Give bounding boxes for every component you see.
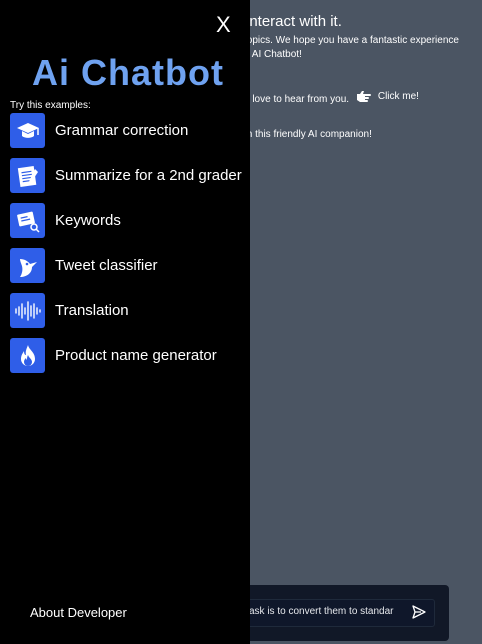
example-product-name-generator[interactable]: Product name generator — [10, 338, 250, 373]
examples-label: Try this examples: — [10, 100, 91, 111]
feedback-text-label: d love to hear from you. — [244, 94, 350, 105]
bird-icon — [10, 248, 45, 283]
example-grammar-correction[interactable]: Grammar correction — [10, 113, 250, 148]
notepad-icon — [10, 158, 45, 193]
example-label: Product name generator — [55, 347, 217, 364]
example-label: Keywords — [55, 212, 121, 229]
example-label: Tweet classifier — [55, 257, 158, 274]
message-input-value: ask is to convert them to standar — [249, 606, 394, 617]
about-developer-link[interactable]: About Developer — [30, 605, 127, 620]
app-title: Ai Chatbot — [32, 52, 224, 93]
example-label: Grammar correction — [55, 122, 189, 139]
close-drawer-button[interactable]: X — [216, 12, 231, 38]
example-keywords[interactable]: Keywords — [10, 203, 250, 238]
examples-list: Grammar correction Summarize for a 2nd g… — [10, 113, 250, 383]
example-tweet-classifier[interactable]: Tweet classifier — [10, 248, 250, 283]
id-card-key-icon — [10, 203, 45, 238]
send-icon[interactable] — [412, 605, 426, 619]
feedback-text: d love to hear from you. Click me! — [244, 90, 419, 106]
graduation-cap-icon — [10, 113, 45, 148]
click-me-label: Click me! — [377, 90, 419, 102]
pointing-hand-icon — [356, 91, 371, 102]
flame-icon — [10, 338, 45, 373]
click-me-link[interactable]: Click me! — [356, 90, 419, 102]
intro-text-line-1: topics. We hope you have a fantastic exp… — [244, 35, 459, 46]
soundwave-icon — [10, 293, 45, 328]
example-label: Summarize for a 2nd grader — [55, 167, 242, 184]
examples-drawer: X Ai Chatbot Try this examples: Grammar … — [0, 0, 250, 644]
example-translation[interactable]: Translation — [10, 293, 250, 328]
message-input[interactable]: ask is to convert them to standar — [240, 599, 435, 627]
example-summarize[interactable]: Summarize for a 2nd grader — [10, 158, 250, 193]
intro-text-line-4: th this friendly AI companion! — [244, 129, 372, 140]
example-label: Translation — [55, 302, 129, 319]
intro-heading: interact with it. — [246, 13, 342, 30]
intro-text-line-2: e AI Chatbot! — [244, 49, 302, 60]
